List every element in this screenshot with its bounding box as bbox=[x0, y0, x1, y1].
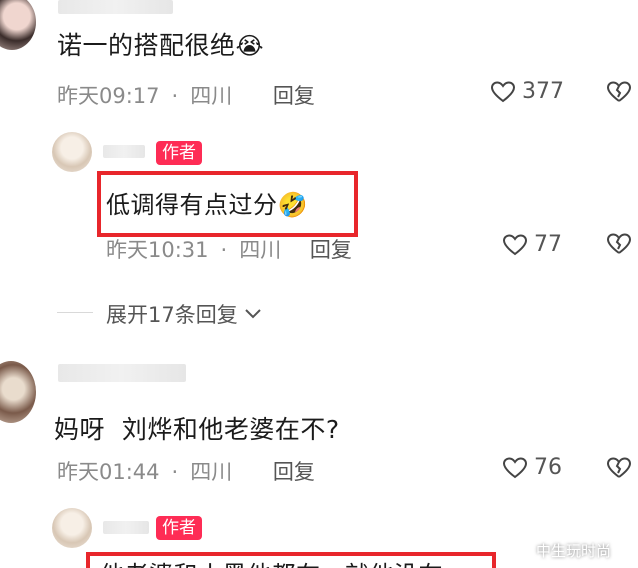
reply-button[interactable]: 回复 bbox=[273, 84, 315, 108]
watermark: 中生玩时尚 bbox=[510, 540, 611, 561]
reply-location: 四川 bbox=[239, 238, 282, 262]
comment-text-content: 诺一的搭配很绝 bbox=[57, 31, 236, 60]
comment-location: 四川 bbox=[190, 84, 233, 108]
comment-username-redacted bbox=[58, 364, 186, 382]
reply-meta: 昨天10:31 · 四川 回复 bbox=[106, 234, 352, 264]
meta-separator: · bbox=[220, 238, 228, 262]
like-button[interactable]: 77 bbox=[502, 232, 562, 257]
dislike-button[interactable] bbox=[606, 232, 632, 260]
reply-time: 昨天10:31 bbox=[106, 238, 209, 262]
expand-replies-button[interactable]: 展开17条回复 bbox=[106, 299, 262, 329]
rofl-emoji-icon: 🤣 bbox=[277, 191, 308, 219]
comment-location: 四川 bbox=[190, 460, 233, 484]
broken-heart-icon bbox=[606, 457, 632, 478]
author-avatar[interactable] bbox=[52, 132, 92, 172]
comment-meta: 昨天09:17 · 四川 回复 bbox=[57, 80, 315, 110]
comment-text-content: 妈呀 刘烨和他老婆在不? bbox=[54, 415, 340, 444]
heart-icon bbox=[502, 456, 528, 478]
heart-icon bbox=[490, 80, 516, 102]
expand-replies-label: 展开17条回复 bbox=[106, 303, 238, 327]
expand-divider bbox=[57, 312, 93, 313]
comment-text: 妈呀 刘烨和他老婆在不? bbox=[54, 410, 340, 446]
author-badge: 作者 bbox=[156, 141, 202, 165]
comment-time: 昨天09:17 bbox=[57, 84, 160, 108]
highlight-box: 他老婆和小黑他都在，就他没在 bbox=[86, 552, 496, 568]
comment-text: 诺一的搭配很绝😭 bbox=[57, 26, 264, 62]
comment-avatar[interactable] bbox=[0, 0, 36, 50]
comment-avatar[interactable] bbox=[0, 361, 36, 423]
dislike-button[interactable] bbox=[606, 456, 632, 484]
comment-time: 昨天01:44 bbox=[57, 460, 160, 484]
meta-separator: · bbox=[171, 460, 179, 484]
broken-heart-icon bbox=[606, 81, 632, 102]
dislike-button[interactable] bbox=[606, 80, 632, 108]
crying-emoji-icon: 😭 bbox=[235, 32, 265, 60]
author-avatar[interactable] bbox=[52, 508, 92, 548]
like-count: 76 bbox=[534, 455, 562, 480]
comment-username-redacted bbox=[58, 0, 173, 14]
like-count: 77 bbox=[534, 232, 562, 257]
author-badge: 作者 bbox=[156, 516, 202, 540]
reply-text-content: 低调得有点过分 bbox=[106, 191, 278, 219]
chevron-down-icon bbox=[245, 309, 261, 319]
reply-text: 低调得有点过分🤣 bbox=[106, 185, 308, 220]
watermark-text: 中生玩时尚 bbox=[536, 542, 612, 560]
meta-separator: · bbox=[171, 84, 179, 108]
author-username-redacted bbox=[103, 521, 149, 534]
broken-heart-icon bbox=[606, 233, 632, 254]
heart-icon bbox=[502, 233, 528, 255]
reply-button[interactable]: 回复 bbox=[273, 460, 315, 484]
like-button[interactable]: 377 bbox=[490, 79, 564, 104]
reply-text-partial: 他老婆和小黑他都在，就他没在 bbox=[100, 555, 443, 568]
weibo-logo-icon bbox=[510, 542, 531, 560]
author-username-redacted bbox=[103, 145, 145, 158]
comment-meta: 昨天01:44 · 四川 回复 bbox=[57, 456, 315, 486]
like-count: 377 bbox=[522, 79, 564, 104]
reply-button[interactable]: 回复 bbox=[310, 238, 352, 262]
like-button[interactable]: 76 bbox=[502, 455, 562, 480]
